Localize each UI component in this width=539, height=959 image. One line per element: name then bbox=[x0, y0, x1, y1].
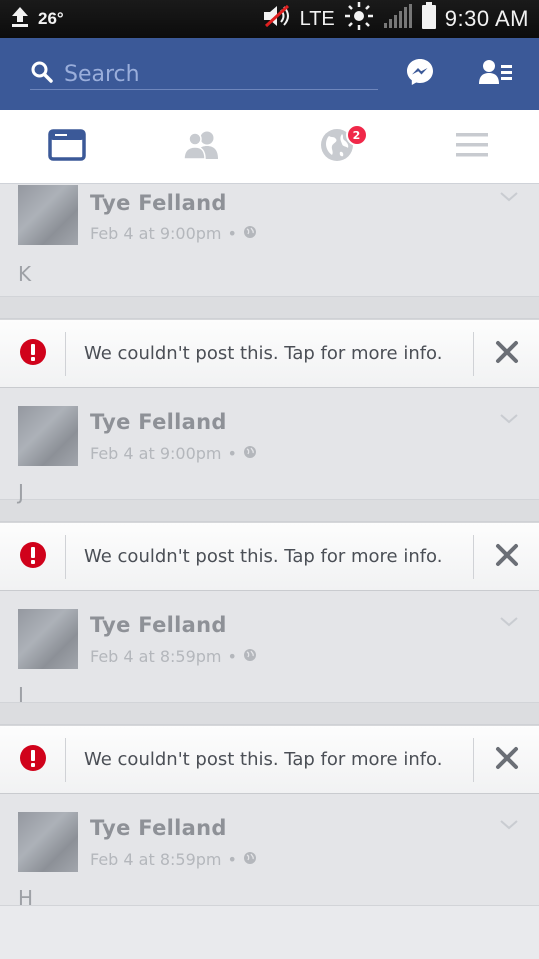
feed-post[interactable]: Tye Felland Feb 4 at 8:59pm • H bbox=[0, 794, 539, 910]
network-type: LTE bbox=[299, 7, 335, 30]
tab-news-feed[interactable] bbox=[0, 110, 135, 183]
hamburger-menu-icon bbox=[455, 132, 489, 162]
tab-notifications[interactable]: 2 bbox=[270, 110, 405, 183]
avatar[interactable] bbox=[18, 185, 78, 245]
chevron-down-icon[interactable] bbox=[499, 188, 519, 202]
post-timestamp[interactable]: Feb 4 at 9:00pm bbox=[90, 444, 222, 463]
post-author[interactable]: Tye Felland bbox=[90, 191, 227, 215]
public-globe-icon bbox=[243, 647, 257, 666]
messenger-button[interactable] bbox=[398, 52, 442, 96]
status-bar: 26° LTE 9:30 AM bbox=[0, 0, 539, 38]
error-icon-container bbox=[0, 534, 66, 579]
close-icon bbox=[495, 340, 519, 368]
avatar[interactable] bbox=[18, 406, 78, 466]
chevron-down-icon[interactable] bbox=[499, 613, 519, 627]
post-timestamp[interactable]: Feb 4 at 8:59pm bbox=[90, 647, 222, 666]
error-icon bbox=[19, 744, 47, 776]
search-icon bbox=[30, 60, 54, 88]
sync-icon bbox=[343, 1, 375, 37]
error-message: We couldn't post this. Tap for more info… bbox=[84, 546, 443, 567]
feed-divider bbox=[0, 703, 539, 725]
news-feed-icon bbox=[48, 128, 87, 165]
upload-icon bbox=[10, 6, 30, 33]
news-feed: Tye Felland Feb 4 at 9:00pm • K We could… bbox=[0, 184, 539, 910]
error-icon bbox=[19, 541, 47, 573]
error-icon bbox=[19, 338, 47, 370]
post-body: H bbox=[18, 886, 34, 910]
error-message: We couldn't post this. Tap for more info… bbox=[84, 343, 443, 364]
post-timestamp[interactable]: Feb 4 at 9:00pm bbox=[90, 224, 222, 243]
search-bar[interactable] bbox=[30, 50, 378, 98]
dismiss-error-button[interactable] bbox=[473, 331, 539, 376]
tab-friends[interactable] bbox=[135, 110, 270, 183]
post-author[interactable]: Tye Felland bbox=[90, 613, 227, 637]
chevron-down-icon[interactable] bbox=[499, 816, 519, 830]
feed-divider bbox=[0, 500, 539, 522]
search-underline bbox=[30, 89, 378, 90]
post-meta: Feb 4 at 8:59pm • bbox=[90, 850, 257, 869]
post-timestamp[interactable]: Feb 4 at 8:59pm bbox=[90, 850, 222, 869]
feed-post[interactable]: Tye Felland Feb 4 at 9:00pm • J bbox=[0, 388, 539, 504]
meta-separator: • bbox=[227, 647, 237, 666]
feed-post[interactable]: Tye Felland Feb 4 at 8:59pm • I bbox=[0, 591, 539, 707]
chevron-down-icon[interactable] bbox=[499, 410, 519, 424]
close-icon bbox=[495, 746, 519, 774]
post-meta: Feb 4 at 9:00pm • bbox=[90, 444, 257, 463]
public-globe-icon bbox=[243, 850, 257, 869]
messenger-icon bbox=[405, 57, 435, 91]
notifications-badge: 2 bbox=[345, 124, 368, 146]
meta-separator: • bbox=[227, 850, 237, 869]
search-input[interactable] bbox=[62, 60, 362, 88]
temperature: 26° bbox=[38, 9, 64, 28]
clock: 9:30 AM bbox=[444, 6, 529, 31]
friend-requests-button[interactable] bbox=[474, 52, 518, 96]
post-meta: Feb 4 at 9:00pm • bbox=[90, 224, 257, 243]
tab-menu[interactable] bbox=[404, 110, 539, 183]
post-error-banner[interactable]: We couldn't post this. Tap for more info… bbox=[0, 725, 539, 794]
post-body: K bbox=[18, 262, 32, 286]
muted-speaker-icon bbox=[262, 4, 292, 34]
feed-divider bbox=[0, 297, 539, 319]
feed-post[interactable]: Tye Felland Feb 4 at 9:00pm • K bbox=[0, 184, 539, 297]
dismiss-error-button[interactable] bbox=[473, 737, 539, 782]
post-body: I bbox=[18, 683, 24, 707]
app-header bbox=[0, 38, 539, 110]
error-icon-container bbox=[0, 331, 66, 376]
meta-separator: • bbox=[227, 444, 237, 463]
public-globe-icon bbox=[243, 224, 257, 243]
avatar[interactable] bbox=[18, 609, 78, 669]
post-error-banner[interactable]: We couldn't post this. Tap for more info… bbox=[0, 522, 539, 591]
post-author[interactable]: Tye Felland bbox=[90, 816, 227, 840]
dismiss-error-button[interactable] bbox=[473, 534, 539, 579]
close-icon bbox=[495, 543, 519, 571]
error-message: We couldn't post this. Tap for more info… bbox=[84, 749, 443, 770]
tab-bar: 2 bbox=[0, 110, 539, 184]
post-meta: Feb 4 at 8:59pm • bbox=[90, 647, 257, 666]
public-globe-icon bbox=[243, 444, 257, 463]
signal-icon bbox=[383, 3, 413, 35]
battery-icon bbox=[421, 2, 437, 36]
post-body: J bbox=[18, 480, 24, 504]
avatar[interactable] bbox=[18, 812, 78, 872]
post-error-banner[interactable]: We couldn't post this. Tap for more info… bbox=[0, 319, 539, 388]
error-icon-container bbox=[0, 737, 66, 782]
friends-icon bbox=[183, 130, 221, 164]
person-list-icon bbox=[479, 58, 513, 90]
meta-separator: • bbox=[227, 224, 237, 243]
post-author[interactable]: Tye Felland bbox=[90, 410, 227, 434]
